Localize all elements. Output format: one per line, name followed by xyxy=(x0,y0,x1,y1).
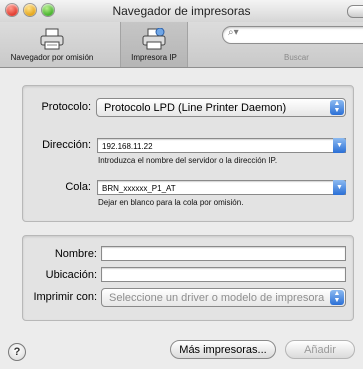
ip-printer-label: Impresora IP xyxy=(131,53,177,62)
title-bar: Navegador de impresoras xyxy=(0,0,363,22)
queue-value: BRN_xxxxxx_P1_AT xyxy=(102,184,176,193)
protocol-value: Protocolo LPD (Line Printer Daemon) xyxy=(104,102,287,114)
window-title: Navegador de impresoras xyxy=(112,4,251,18)
popup-arrows-icon: ▲ ▼ xyxy=(330,100,344,115)
address-hint: Introduzca el nombre del servidor o la d… xyxy=(98,156,278,165)
location-label: Ubicación: xyxy=(45,269,97,281)
printer-icon xyxy=(40,28,64,50)
queue-hint: Dejar en blanco para la cola por omisión… xyxy=(98,198,244,207)
queue-combobox[interactable]: BRN_xxxxxx_P1_AT ▼ xyxy=(97,180,346,195)
address-value: 192.168.11.22 xyxy=(102,142,153,151)
chevron-down-icon[interactable]: ▼ xyxy=(333,180,346,195)
search-label: Buscar xyxy=(284,53,309,62)
queue-label: Cola: xyxy=(65,181,91,193)
printer-info-group: Nombre: Ubicación: Imprimir con: Selecci… xyxy=(22,235,354,321)
popup-arrows-icon: ▲ ▼ xyxy=(330,290,344,305)
default-browser-label: Navegador por omisión xyxy=(10,53,94,62)
address-combobox[interactable]: 192.168.11.22 ▼ xyxy=(97,138,346,153)
ip-printer-tab[interactable]: Impresora IP xyxy=(120,22,188,67)
more-printers-button[interactable]: Más impresoras... xyxy=(170,340,276,359)
print-with-label: Imprimir con: xyxy=(33,291,97,303)
default-browser-tab[interactable]: Navegador por omisión xyxy=(6,22,98,67)
toolbar: Navegador por omisión Impresora IP ⌕▾ Bu… xyxy=(0,22,363,68)
address-label: Dirección: xyxy=(42,139,91,151)
chevron-down-icon[interactable]: ▼ xyxy=(333,138,346,153)
protocol-popup[interactable]: Protocolo LPD (Line Printer Daemon) ▲ ▼ xyxy=(96,98,346,117)
toolbar-toggle-button[interactable] xyxy=(347,5,363,18)
search-input[interactable]: ⌕▾ xyxy=(222,26,363,44)
connection-group: Protocolo: Protocolo LPD (Line Printer D… xyxy=(22,85,354,222)
name-field[interactable] xyxy=(101,246,346,261)
network-printer-icon xyxy=(142,28,166,50)
location-field[interactable] xyxy=(101,267,346,282)
printer-browser-window: Navegador de impresoras Navegador por om… xyxy=(0,0,363,369)
add-button[interactable]: Añadir xyxy=(285,340,355,359)
protocol-label: Protocolo: xyxy=(41,101,91,113)
name-label: Nombre: xyxy=(54,248,97,260)
search-area: ⌕▾ Buscar xyxy=(200,26,363,66)
print-with-popup[interactable]: Seleccione un driver o modelo de impreso… xyxy=(101,288,346,307)
help-button[interactable]: ? xyxy=(8,343,26,361)
search-icon: ⌕▾ xyxy=(228,27,239,38)
print-with-value: Seleccione un driver o modelo de impreso… xyxy=(109,292,325,304)
